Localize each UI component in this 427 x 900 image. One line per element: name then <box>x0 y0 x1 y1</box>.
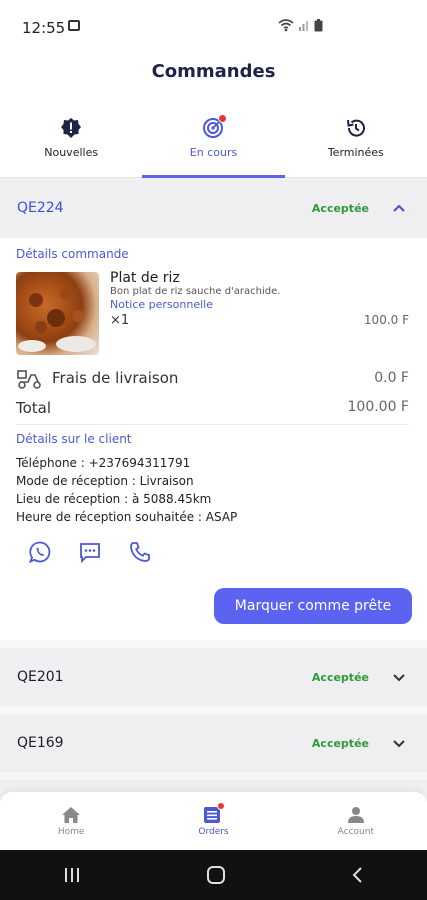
mark-ready-button[interactable]: Marquer comme prête <box>214 588 412 624</box>
signal-icon <box>299 21 308 31</box>
app-header: Commandes <box>0 56 427 100</box>
tab-label: Nouvelles <box>44 146 99 159</box>
delivery-fee-value: 0.0 F <box>374 370 409 386</box>
separator <box>0 772 427 780</box>
wifi-icon <box>278 19 294 32</box>
tab-terminees[interactable]: Terminées <box>285 100 427 177</box>
contact-actions <box>28 540 152 564</box>
client-reception-time: Heure de réception souhaitée : ASAP <box>16 510 238 524</box>
food-image <box>16 272 99 355</box>
nav-orders[interactable]: Orders <box>142 792 284 850</box>
item-description: Bon plat de riz sauche d'arachide. <box>110 286 281 297</box>
status-badge: Acceptée <box>311 736 369 750</box>
status-bar: 12:55 <box>0 0 427 56</box>
nav-label: Orders <box>198 827 229 837</box>
client-phone: Téléphone : +237694311791 <box>16 456 191 470</box>
delivery-fee-label: Frais de livraison <box>52 369 179 387</box>
chevron-up-icon[interactable] <box>391 200 407 216</box>
total-label: Total <box>16 399 52 417</box>
account-icon <box>347 807 364 823</box>
nav-home[interactable]: Home <box>0 792 142 850</box>
history-icon <box>346 119 365 137</box>
battery-icon <box>314 18 323 31</box>
recent-apps-icon[interactable] <box>63 867 81 883</box>
tab-en-cours[interactable]: En cours <box>142 100 285 178</box>
order-header-qe201[interactable]: QE201 Acceptée <box>0 648 427 706</box>
order-id: QE201 <box>17 669 64 685</box>
message-icon[interactable] <box>78 540 102 564</box>
target-icon <box>202 114 228 139</box>
system-navigation-bar <box>0 850 427 900</box>
item-note: Notice personnelle <box>110 298 213 311</box>
bottom-navigation: Home Orders Account <box>0 792 427 850</box>
client-details-title: Détails sur le client <box>16 432 132 446</box>
phone-icon[interactable] <box>128 540 152 564</box>
order-tabs: Nouvelles En cours Terminées <box>0 100 427 178</box>
orders-icon <box>203 802 226 824</box>
item-quantity: ×1 <box>110 313 130 328</box>
nav-label: Account <box>337 827 374 837</box>
status-icons <box>278 18 323 32</box>
order-details-panel: Détails commande Plat de riz Bon plat de… <box>0 238 427 640</box>
separator <box>0 640 427 648</box>
status-time: 12:55 <box>22 19 66 37</box>
client-reception-mode: Mode de réception : Livraison <box>16 474 194 488</box>
home-icon <box>62 807 81 823</box>
order-id: QE169 <box>17 735 64 751</box>
status-badge: Acceptée <box>311 670 369 684</box>
nav-account[interactable]: Account <box>285 792 427 850</box>
tab-nouvelles[interactable]: Nouvelles <box>0 100 142 177</box>
order-details-title: Détails commande <box>16 247 129 261</box>
gallery-notification-icon <box>68 20 80 31</box>
separator <box>0 706 427 714</box>
item-price: 100.0 F <box>363 313 409 327</box>
whatsapp-icon[interactable] <box>28 540 52 564</box>
page-title: Commandes <box>151 61 276 82</box>
order-id: QE224 <box>17 200 64 216</box>
order-header-qe224[interactable]: QE224 Acceptée <box>0 179 427 237</box>
home-button-icon[interactable] <box>206 865 226 885</box>
order-header-qe169[interactable]: QE169 Acceptée <box>0 714 427 772</box>
item-name: Plat de riz <box>110 270 180 286</box>
client-reception-location: Lieu de réception : à 5088.45km <box>16 492 212 506</box>
chevron-down-icon[interactable] <box>391 669 407 685</box>
alert-circle-icon <box>61 118 82 138</box>
notification-badge <box>217 802 226 810</box>
total-value: 100.00 F <box>347 399 410 415</box>
notification-badge <box>218 114 228 123</box>
tab-label: Terminées <box>327 146 384 159</box>
divider <box>16 424 409 425</box>
delivery-scooter-icon <box>17 370 41 389</box>
delivery-fee-row: Frais de livraison 0.0 F <box>16 368 409 392</box>
tab-label: En cours <box>189 146 238 159</box>
nav-label: Home <box>57 827 85 837</box>
total-row: Total 100.00 F <box>16 398 409 420</box>
back-icon[interactable] <box>351 866 365 884</box>
status-badge: Acceptée <box>311 201 369 215</box>
chevron-down-icon[interactable] <box>391 735 407 751</box>
